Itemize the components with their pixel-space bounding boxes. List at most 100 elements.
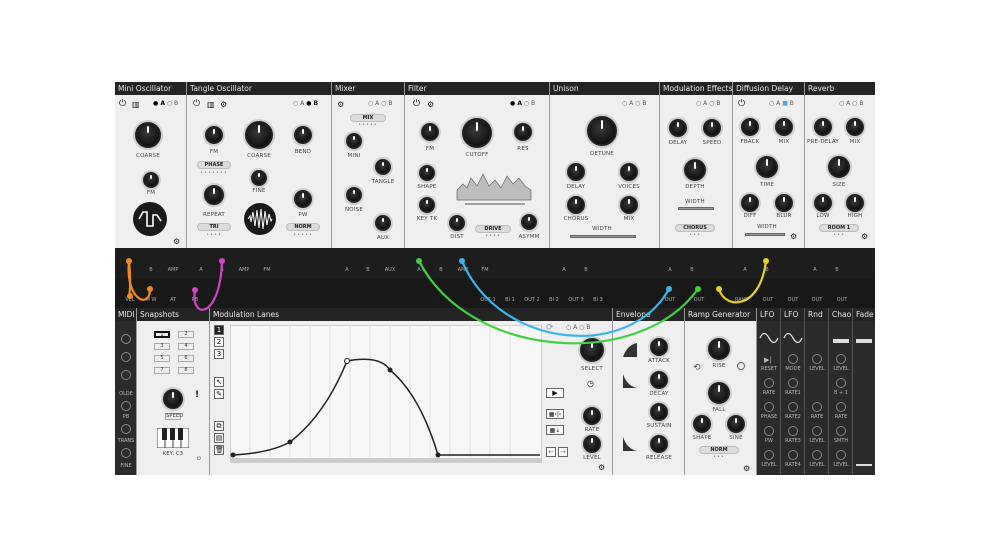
ab-selector[interactable]: ● A ○ B xyxy=(153,100,178,107)
decay-knob[interactable] xyxy=(650,371,668,389)
sync-icon[interactable]: ⟳ xyxy=(546,323,554,333)
aux-knob[interactable] xyxy=(375,215,391,231)
jack-label[interactable]: B xyxy=(366,267,369,273)
phase-knob[interactable] xyxy=(764,402,774,412)
jack-label[interactable]: AT xyxy=(170,297,176,303)
rate2-knob[interactable] xyxy=(788,402,798,412)
jack-label[interactable]: OUT 1 xyxy=(480,297,495,303)
play-button[interactable]: ▶ xyxy=(546,388,564,398)
keyboard-icon[interactable]: ▥ xyxy=(207,100,215,109)
jack-label[interactable]: AUX xyxy=(385,267,396,273)
waveform-display-icon[interactable] xyxy=(132,201,168,237)
jack-label[interactable]: B xyxy=(765,267,768,273)
gear-icon[interactable]: ⚙ xyxy=(173,237,180,246)
ab-selector[interactable]: ○ A ○ B xyxy=(368,100,392,107)
modulation-lane-editor[interactable] xyxy=(230,325,542,463)
time-knob[interactable] xyxy=(756,156,778,178)
jack-label[interactable]: A xyxy=(417,267,420,273)
keyboard-icon[interactable]: ▥ xyxy=(132,100,140,109)
pw-knob[interactable] xyxy=(294,190,312,208)
lane-1-button[interactable]: 1 xyxy=(214,325,224,335)
power-icon[interactable]: ⏻ xyxy=(413,100,420,109)
rate-knob[interactable] xyxy=(812,402,822,412)
drive-selector[interactable]: DRIVE xyxy=(475,225,511,233)
snapshot-button[interactable]: 8 xyxy=(178,367,194,374)
midi-knob[interactable] xyxy=(121,334,131,344)
power-icon[interactable]: ⏻ xyxy=(738,100,745,109)
rate3-knob[interactable] xyxy=(788,426,798,436)
voices-knob[interactable] xyxy=(620,163,638,181)
sine-wave-icon[interactable] xyxy=(759,331,779,345)
blur-knob[interactable] xyxy=(775,194,793,212)
jack-label[interactable]: OUT xyxy=(763,297,774,303)
rate-knob[interactable] xyxy=(764,378,774,388)
jack-label[interactable]: A xyxy=(743,267,746,273)
phase-selector[interactable]: PHASE xyxy=(197,161,231,169)
tangle-knob[interactable] xyxy=(375,159,391,175)
jack-label[interactable]: AMP xyxy=(168,267,179,273)
midi-knob[interactable] xyxy=(121,352,131,362)
jack-label[interactable]: B xyxy=(835,267,838,273)
mini-knob[interactable] xyxy=(346,133,362,149)
pre-delay-knob[interactable] xyxy=(814,118,832,136)
gear-icon[interactable]: ⚙ xyxy=(743,464,750,473)
jack-label[interactable]: OUT xyxy=(665,297,676,303)
gear-icon[interactable]: ⚙ xyxy=(220,100,227,109)
mode-knob[interactable] xyxy=(788,354,798,364)
jack-label[interactable]: B xyxy=(220,267,223,273)
smth-knob[interactable] xyxy=(836,426,846,436)
key-tk-knob[interactable] xyxy=(419,197,435,213)
ab-selector[interactable]: ● A ○ B xyxy=(510,100,535,107)
level-knob[interactable] xyxy=(836,450,846,460)
level-knob[interactable] xyxy=(836,354,846,364)
fm-knob[interactable] xyxy=(421,123,439,141)
cursor-tool-icon[interactable]: ↖ xyxy=(214,377,224,387)
mix-knob[interactable] xyxy=(846,118,864,136)
mix-knob[interactable] xyxy=(620,196,638,214)
snapshot-button[interactable]: 5 xyxy=(154,355,170,362)
noise-knob[interactable] xyxy=(346,187,362,203)
width-slider[interactable] xyxy=(570,235,636,238)
copy-icon[interactable]: ⧉ xyxy=(214,421,224,431)
power-icon[interactable]: ⏻ xyxy=(197,457,201,462)
clock-icon[interactable]: ◷ xyxy=(587,379,594,388)
jack-label[interactable]: A xyxy=(668,267,671,273)
ab-selector[interactable]: ○ A ○ B xyxy=(622,100,646,107)
chaos-bar[interactable] xyxy=(833,339,849,343)
high-knob[interactable] xyxy=(846,194,864,212)
previous-arrow-icon[interactable]: ← xyxy=(546,447,556,457)
jack-label[interactable]: A xyxy=(813,267,816,273)
next-arrow-icon[interactable]: → xyxy=(558,447,568,457)
snapshot-button[interactable]: 7 xyxy=(154,367,170,374)
gear-icon[interactable]: ⚙ xyxy=(337,100,344,109)
jack-label[interactable]: OUT xyxy=(837,297,848,303)
jack-label[interactable]: OUT 3 xyxy=(568,297,583,303)
midi-knob[interactable] xyxy=(121,448,131,458)
rate1-knob[interactable] xyxy=(788,378,798,388)
tri-selector[interactable]: TRI xyxy=(197,223,231,231)
b1-knob[interactable] xyxy=(836,378,846,388)
gear-icon[interactable]: ⚙ xyxy=(861,232,868,241)
level-knob[interactable] xyxy=(812,450,822,460)
lane-2-button[interactable]: 2 xyxy=(214,337,224,347)
level-knob[interactable] xyxy=(583,435,601,453)
snapshot-button[interactable]: 4 xyxy=(178,343,194,350)
waveform-display-icon[interactable] xyxy=(243,202,277,236)
keyboard-icon[interactable] xyxy=(157,428,189,448)
play-reset-icon[interactable]: ▶| xyxy=(764,356,772,364)
gear-icon[interactable]: ⚙ xyxy=(790,232,797,241)
attack-knob[interactable] xyxy=(650,338,668,356)
loop-icon[interactable]: ⟲ xyxy=(693,363,701,373)
jack-label[interactable]: FM xyxy=(481,267,488,273)
jack-label[interactable]: OUT xyxy=(812,297,823,303)
rate-knob[interactable] xyxy=(836,402,846,412)
jack-label[interactable]: AMP xyxy=(458,267,469,273)
jack-label[interactable]: RAMP xyxy=(735,297,749,303)
width-slider[interactable] xyxy=(745,233,785,236)
chorus-knob[interactable] xyxy=(567,196,585,214)
norm-selector[interactable]: NORM xyxy=(699,446,739,454)
jack-label[interactable]: OUT xyxy=(694,297,705,303)
mix-knob[interactable] xyxy=(775,118,793,136)
power-icon[interactable]: ⏻ xyxy=(193,100,200,109)
speed-knob[interactable] xyxy=(703,119,721,137)
